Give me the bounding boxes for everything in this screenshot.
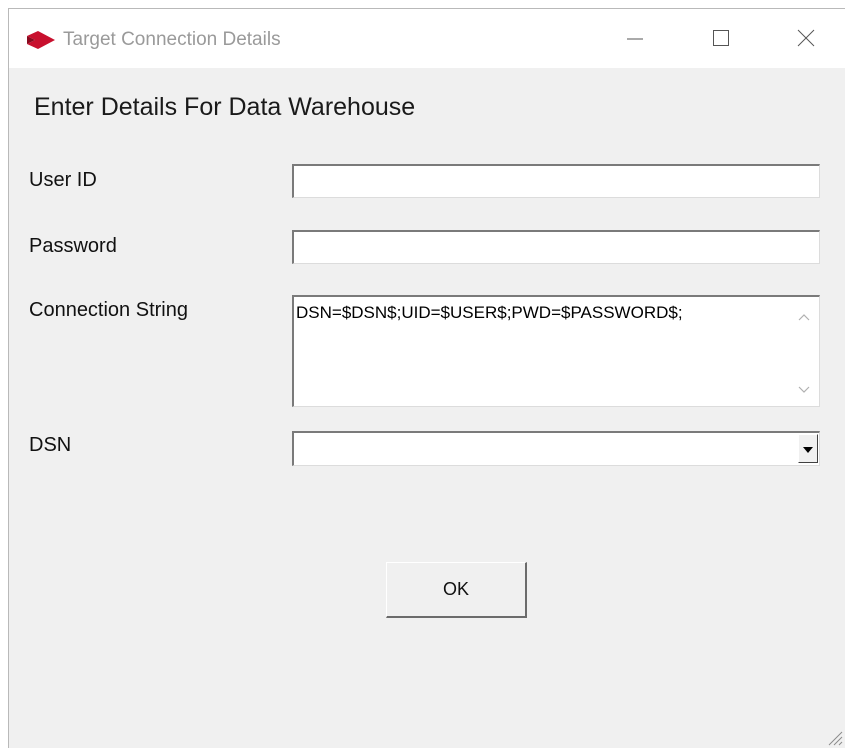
dsn-label: DSN xyxy=(29,434,72,456)
password-input[interactable] xyxy=(292,230,820,264)
resize-grip-icon[interactable] xyxy=(823,726,843,746)
minimize-icon xyxy=(626,29,644,52)
close-icon xyxy=(797,29,815,52)
maximize-button[interactable] xyxy=(698,23,744,57)
password-label: Password xyxy=(29,235,117,257)
window-title: Target Connection Details xyxy=(63,29,281,50)
chevron-down-icon xyxy=(803,440,813,458)
dsn-dropdown-button[interactable] xyxy=(798,434,818,463)
dialog-window: Target Connection Details Enter Details … xyxy=(8,8,845,748)
close-button[interactable] xyxy=(783,23,829,57)
title-bar: Target Connection Details xyxy=(9,9,845,68)
minimize-button[interactable] xyxy=(612,23,658,57)
app-logo-icon xyxy=(26,30,56,50)
form-heading: Enter Details For Data Warehouse xyxy=(34,93,416,121)
scroll-up-icon[interactable] xyxy=(797,311,811,323)
maximize-icon xyxy=(712,29,730,52)
scroll-down-icon[interactable] xyxy=(797,384,811,396)
user-id-label: User ID xyxy=(29,169,97,191)
connection-string-value: DSN=$DSN$;UID=$USER$;PWD=$PASSWORD$; xyxy=(296,303,683,322)
dsn-select[interactable] xyxy=(292,431,820,466)
connection-string-textarea[interactable]: DSN=$DSN$;UID=$USER$;PWD=$PASSWORD$; xyxy=(292,295,820,407)
ok-button[interactable]: OK xyxy=(386,562,527,618)
user-id-input[interactable] xyxy=(292,164,820,198)
connection-string-label: Connection String xyxy=(29,299,188,321)
